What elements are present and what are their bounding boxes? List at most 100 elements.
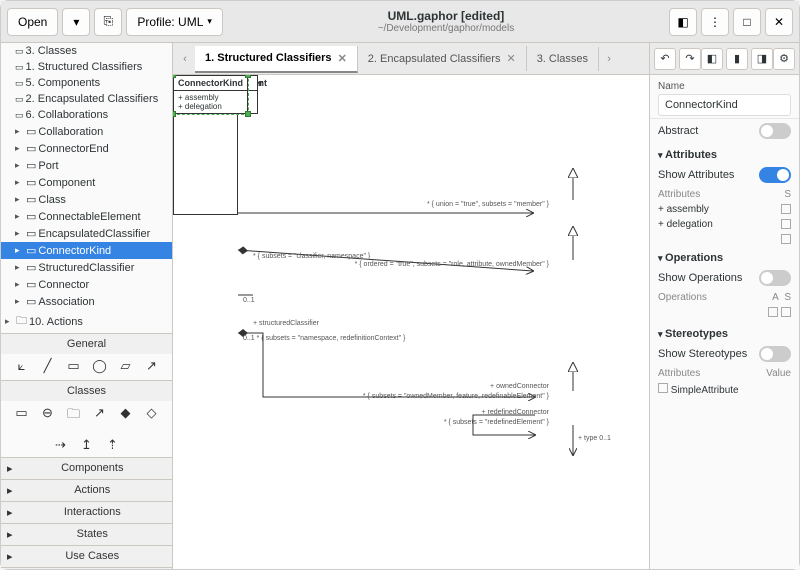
tab-scroll-right[interactable]: ›	[599, 53, 619, 65]
expand-icon[interactable]: ▸	[15, 262, 24, 273]
tab-close-icon[interactable]: ✕	[338, 52, 347, 65]
palette-section-profiles[interactable]: ▸Profiles	[1, 567, 172, 569]
undo-button[interactable]: ↶	[654, 48, 676, 70]
tool-pointer[interactable]: ⟀	[14, 358, 30, 374]
tool-association[interactable]: ↗	[92, 405, 108, 427]
diagram-canvas[interactable]: Classifierfrom 01. Classification struct…	[173, 75, 649, 569]
redo-button[interactable]: ↷	[679, 48, 701, 70]
tab-scroll-left[interactable]: ‹	[175, 53, 195, 65]
tool-interface[interactable]: ⊖	[40, 405, 56, 427]
tab-classes[interactable]: 3. Classes	[527, 47, 599, 71]
tab-encapsulated-classifiers[interactable]: 2. Encapsulated Classifiers ✕	[358, 46, 527, 71]
name-input[interactable]: ConnectorKind	[658, 94, 791, 116]
sidebar-toggle-button[interactable]: ◧	[669, 8, 697, 36]
expand-icon[interactable]: ▸	[15, 160, 24, 171]
show-stereotypes-toggle[interactable]	[759, 346, 791, 362]
tool-comment[interactable]: ▱	[118, 358, 134, 374]
abstract-toggle[interactable]	[759, 123, 791, 139]
tool-class[interactable]: ▭	[14, 405, 30, 427]
checkbox[interactable]	[781, 307, 791, 317]
expand-icon[interactable]: ▸	[15, 279, 24, 290]
tool-realization[interactable]: ⇡	[105, 437, 121, 453]
tree-item-classes[interactable]: ▭3. Classes	[1, 43, 172, 59]
tree-item-components[interactable]: ▭5. Components	[1, 75, 172, 91]
tree-item[interactable]: ▸▭Component	[1, 174, 172, 191]
tool-box[interactable]: ▭	[66, 358, 82, 374]
stereotypes-section-title[interactable]: Stereotypes	[650, 322, 799, 342]
tool-ellipse[interactable]: ◯	[92, 358, 108, 374]
tree-item-actions[interactable]: ▸🗀10. Actions	[1, 310, 172, 333]
tab-structured-classifiers[interactable]: 1. Structured Classifiers ✕	[195, 46, 358, 73]
inspector-panel: ↶ ↷ ◧ ▮ ◨ ⚙ Name ConnectorKind Abstract …	[649, 43, 799, 569]
tree-item-connectorkind[interactable]: ▸▭ConnectorKind	[1, 242, 172, 259]
open-dropdown-button[interactable]: ▾	[62, 8, 90, 36]
uml-class-connectorkind[interactable]: ConnectorKind + assembly + delegation	[173, 75, 248, 114]
expand-icon[interactable]: ▸	[5, 316, 14, 327]
profile-selector[interactable]: Profile: UML ▾	[126, 8, 223, 36]
tree-item-collaborations[interactable]: ▭6. Collaborations	[1, 107, 172, 123]
tree-item[interactable]: ▸▭EncapsulatedClassifier	[1, 225, 172, 242]
tree-item-encapsulated[interactable]: ▭2. Encapsulated Classifiers	[1, 91, 172, 107]
expand-icon[interactable]: ▸	[15, 228, 24, 239]
palette-section-actions[interactable]: ▸Actions	[1, 479, 172, 501]
stereotype-attr-header: Attributes	[658, 368, 700, 379]
palette-section-components[interactable]: ▸Components	[1, 457, 172, 479]
new-model-icon: ⎘	[104, 14, 114, 29]
operations-header: Operations	[658, 292, 707, 303]
checkbox[interactable]	[781, 204, 791, 214]
expand-icon[interactable]: ▸	[15, 126, 24, 137]
menu-button[interactable]: ⋮	[701, 8, 729, 36]
undo-icon: ↶	[660, 52, 669, 65]
attribute-row[interactable]: + delegation	[650, 217, 799, 232]
show-attributes-toggle[interactable]	[759, 167, 791, 183]
palette-section-usecases[interactable]: ▸Use Cases	[1, 545, 172, 567]
expand-icon[interactable]: ▸	[15, 143, 24, 154]
checkbox[interactable]	[781, 219, 791, 229]
layout-1-button[interactable]: ◧	[701, 48, 723, 70]
tab-close-icon[interactable]: ✕	[506, 52, 515, 65]
new-model-button[interactable]: ⎘	[94, 8, 122, 36]
palette-section-general[interactable]: General	[1, 333, 172, 354]
layout-3-button[interactable]: ◨	[751, 48, 773, 70]
attributes-section-title[interactable]: Attributes	[650, 143, 799, 163]
tool-package[interactable]: 🗀	[66, 405, 82, 427]
expand-icon[interactable]: ▸	[15, 245, 24, 256]
tree-item[interactable]: ▸▭ConnectableElement	[1, 208, 172, 225]
tool-comment-link[interactable]: ↗	[144, 358, 160, 374]
chevron-down-icon: ▾	[207, 16, 212, 27]
tree-item[interactable]: ▸▭Collaboration	[1, 123, 172, 140]
attribute-row[interactable]: + assembly	[650, 202, 799, 217]
tree-item-structured[interactable]: ▭1. Structured Classifiers	[1, 59, 172, 75]
stereotype-row[interactable]: SimpleAttribute	[650, 381, 799, 398]
tree-item[interactable]: ▸▭Connector	[1, 276, 172, 293]
layout-2-button[interactable]: ▮	[726, 48, 748, 70]
tool-line[interactable]: ╱	[40, 358, 56, 374]
tool-dependency[interactable]: ⇢	[53, 437, 69, 453]
operations-section-title[interactable]: Operations	[650, 246, 799, 266]
checkbox[interactable]	[768, 307, 778, 317]
tool-generalization[interactable]: ↥	[79, 437, 95, 453]
show-operations-toggle[interactable]	[759, 270, 791, 286]
expand-icon[interactable]: ▸	[15, 194, 24, 205]
palette-section-interactions[interactable]: ▸Interactions	[1, 501, 172, 523]
show-attributes-label: Show Attributes	[658, 169, 734, 181]
tree-item[interactable]: ▸▭Class	[1, 191, 172, 208]
tree-item[interactable]: ▸▭Port	[1, 157, 172, 174]
tree-item[interactable]: ▸▭Association	[1, 293, 172, 310]
expand-icon[interactable]: ▸	[15, 296, 24, 307]
window-maximize-button[interactable]: □	[733, 8, 761, 36]
tool-aggregation[interactable]: ◇	[144, 405, 160, 427]
palette-section-classes[interactable]: Classes	[1, 380, 172, 401]
settings-button[interactable]: ⚙	[773, 48, 795, 70]
tree-item[interactable]: ▸▭StructuredClassifier	[1, 259, 172, 276]
palette-section-states[interactable]: ▸States	[1, 523, 172, 545]
checkbox[interactable]	[781, 234, 791, 244]
expand-icon[interactable]: ▸	[15, 177, 24, 188]
window-close-button[interactable]: ✕	[765, 8, 793, 36]
checkbox[interactable]	[658, 383, 668, 393]
tool-composition[interactable]: ◆	[118, 405, 134, 427]
tree-item[interactable]: ▸▭ConnectorEnd	[1, 140, 172, 157]
model-tree[interactable]: ▭3. Classes ▭1. Structured Classifiers ▭…	[1, 43, 172, 333]
expand-icon[interactable]: ▸	[15, 211, 24, 222]
open-button[interactable]: Open	[7, 8, 58, 36]
